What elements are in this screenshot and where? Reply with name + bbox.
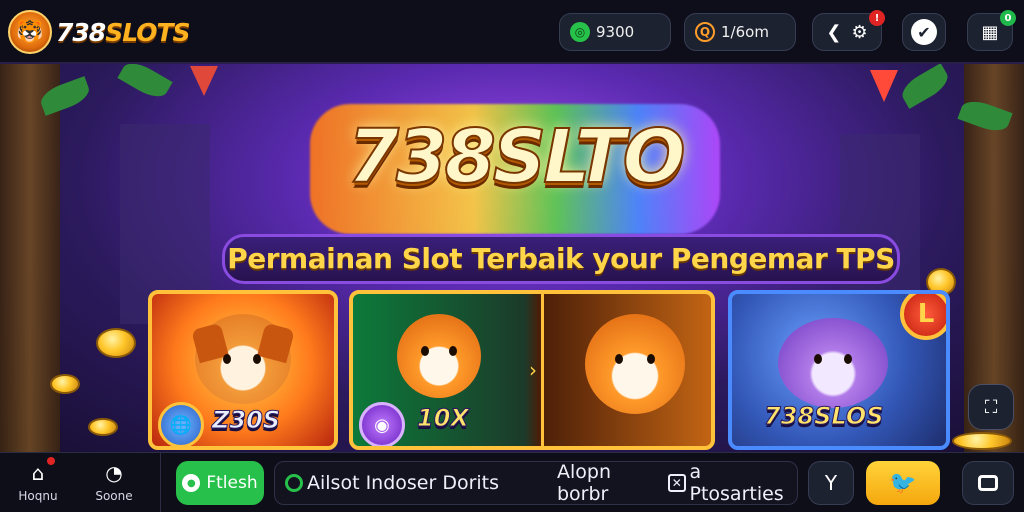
globe-emblem-icon: 🌐 xyxy=(158,402,204,446)
castle-tower-decoration xyxy=(840,134,920,314)
game-title-logo: 738SLTO xyxy=(300,94,730,254)
purple-orb-icon: ◉ xyxy=(359,402,405,446)
gift-icon: ⛶ xyxy=(984,396,998,418)
back-settings-button[interactable]: ❮ ⚙ ! xyxy=(812,10,885,51)
dog-character xyxy=(191,314,295,404)
game-card-label: 738SLOS xyxy=(764,402,885,431)
verified-button[interactable]: ✔ xyxy=(902,13,946,51)
leaf-decoration xyxy=(117,64,173,103)
coin-decoration xyxy=(88,418,118,436)
game-card-label: 10X xyxy=(417,404,470,433)
coin-decoration xyxy=(96,328,136,358)
window-button[interactable] xyxy=(962,461,1014,505)
notification-dot xyxy=(47,457,55,465)
brand-logo[interactable]: 🐯 738SLOTS xyxy=(8,10,191,54)
check-icon: ✔ xyxy=(911,19,937,45)
gear-icon: ⚙ xyxy=(851,21,868,43)
nav-score-label: Sоone xyxy=(95,489,133,503)
clock-icon: ◔ xyxy=(105,461,123,485)
nav-home-label: Hoqnu xyxy=(18,489,58,503)
tiger-face-icon: 🐯 xyxy=(8,10,52,54)
brand-name: 738SLOTS xyxy=(56,17,191,47)
chevron-left-icon: ❮ xyxy=(826,21,842,43)
game-card-dog[interactable]: 🌐 Z30S xyxy=(148,290,338,450)
fresh-button[interactable]: ● Ftlesh xyxy=(176,461,264,505)
game-card-label: Z30S xyxy=(211,406,281,435)
wallet-icon: ◎ xyxy=(570,22,590,42)
tiger-character xyxy=(585,314,685,414)
nav-home[interactable]: ⌂ Hoqnu xyxy=(6,457,70,509)
game-card-tigers[interactable]: › ◉ 10X xyxy=(349,290,715,450)
nav-score[interactable]: ◔ Sоone xyxy=(82,459,146,509)
grid-badge: 0 xyxy=(1000,10,1016,26)
game-card-purple-tiger[interactable]: L 738SLOS xyxy=(728,290,950,450)
game-title: 738SLTO xyxy=(346,113,686,201)
balance-pill[interactable]: ◎ 9300 xyxy=(559,13,671,51)
bird-icon: 🐦 xyxy=(889,470,917,496)
chat-bubble-icon: ● xyxy=(182,474,201,492)
coin-icon: Q xyxy=(695,22,715,42)
bonus-value: 1/6om xyxy=(721,23,769,41)
window-icon xyxy=(978,475,998,491)
antenna-icon: Y xyxy=(824,471,838,495)
fresh-button-label: Ftlesh xyxy=(206,473,258,493)
chevron-right-icon: › xyxy=(529,358,537,382)
bonus-pill[interactable]: Q 1/6om xyxy=(684,13,796,51)
news-ticker[interactable]: Ailsot Indoser Dorits Alopn borbr ✕ a Pt… xyxy=(274,461,798,505)
ticker-text-right-tail: a Ptosarties xyxy=(689,461,784,505)
hero-banner: 738SLTO Permainan Slot Terbaik your Peng… xyxy=(0,64,1024,452)
divider xyxy=(160,453,161,512)
search-icon xyxy=(285,474,303,492)
grid-icon: ▦ xyxy=(981,21,999,43)
notification-badge: ! xyxy=(869,10,885,26)
ticker-text-left: Ailsot Indoser Dorits xyxy=(307,472,500,494)
banner-subtitle: Permainan Slot Terbaik your Pengemar TPS xyxy=(222,234,900,284)
ticker-text-right: Alopn borbr xyxy=(557,461,612,505)
jungle-vine-left xyxy=(0,64,60,452)
coin-decoration xyxy=(50,374,80,394)
gift-side-button[interactable]: ⛶ xyxy=(968,384,1014,430)
balance-value: 9300 xyxy=(596,23,635,41)
level-emblem-icon: L xyxy=(900,294,946,340)
purple-tiger-character xyxy=(778,318,888,408)
close-box-icon: ✕ xyxy=(668,474,686,492)
pennant-decoration xyxy=(190,66,218,96)
card-divider xyxy=(541,294,544,446)
bottom-nav-bar: ⌂ Hoqnu ◔ Sоone ● Ftlesh Ailsot Indoser … xyxy=(0,452,1024,512)
pennant-decoration xyxy=(870,70,898,102)
tiger-character xyxy=(397,314,481,398)
signal-button[interactable]: Y xyxy=(808,461,854,505)
top-bar: 🐯 738SLOTS ◎ 9300 Q 1/6om ❮ ⚙ ! ✔ ▦ 0 xyxy=(0,0,1024,64)
home-icon: ⌂ xyxy=(23,457,55,487)
leaf-decoration xyxy=(897,64,953,109)
menu-grid-button[interactable]: ▦ 0 xyxy=(967,10,1016,51)
coin-decoration xyxy=(952,432,1012,450)
share-bird-button[interactable]: 🐦 xyxy=(866,461,940,505)
